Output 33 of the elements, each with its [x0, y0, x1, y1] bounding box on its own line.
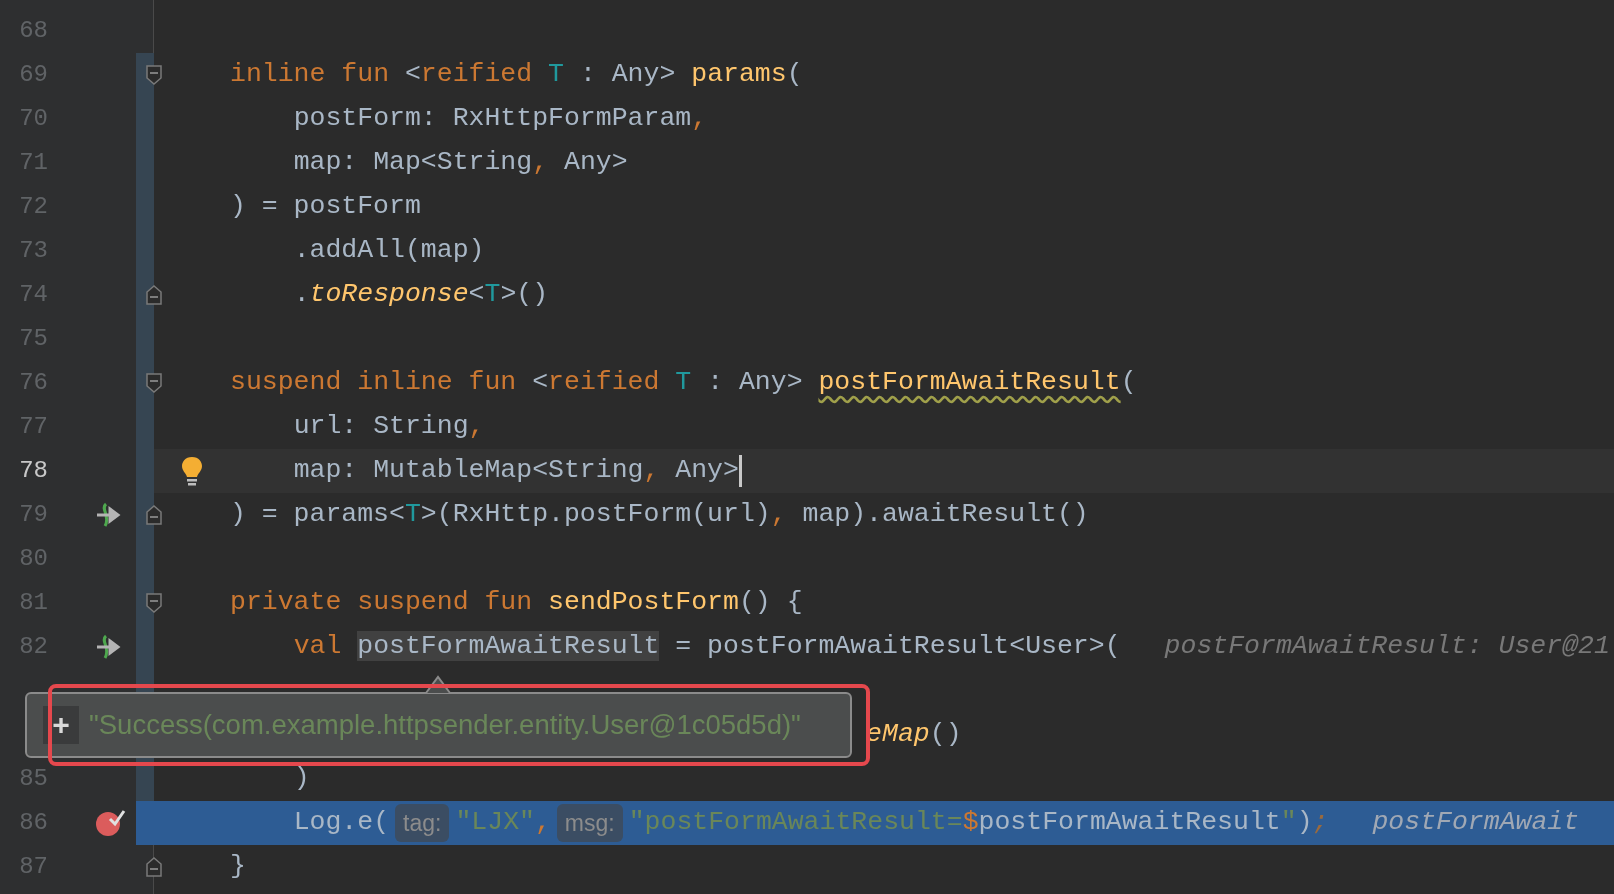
code-text: inline fun <reified T : Any> params( [230, 58, 803, 92]
code-text: } [230, 850, 246, 884]
code-text: ) = params<T>(RxHttp.postForm(url), map).awaitResult() [230, 498, 1089, 532]
code-text: val postFormAwaitResult = postFormAwaitResult<User>( [293, 630, 1121, 664]
fold-icon[interactable] [146, 857, 162, 877]
code-text: ) = postForm [230, 190, 421, 224]
code-text: "LJX", [455, 806, 551, 840]
fold-icon[interactable] [146, 373, 162, 393]
popup-value: "Success(com.example.httpsender.entity.User@1c05d5d)" [89, 708, 801, 743]
code-text: map: Map<String, Any> [293, 146, 628, 180]
line-number: 78 [19, 457, 48, 484]
inline-value: postFormAwait [1372, 806, 1580, 840]
code-text: "postFormAwaitResult=$postFormAwaitResult"); [628, 806, 1329, 840]
code-text: eMap() [866, 718, 962, 752]
fold-icon[interactable] [146, 65, 162, 85]
fold-icon[interactable] [146, 505, 162, 525]
code-text: map: MutableMap<String, Any> [293, 454, 739, 488]
code-text: url: String, [293, 410, 485, 444]
text-caret [738, 455, 742, 487]
parameter-hint: msg: [556, 803, 623, 843]
lightbulb-icon[interactable] [181, 456, 203, 486]
code-text: postForm: RxHttpFormParam, [293, 102, 708, 136]
inline-value: postFormAwaitResult: User@21 [1164, 630, 1610, 664]
code-text: ) [293, 762, 310, 796]
code-text: private suspend fun sendPostForm() { [230, 586, 803, 620]
fold-icon[interactable] [146, 593, 162, 613]
fold-icon[interactable] [146, 285, 162, 305]
code-text: Log.e( [293, 806, 390, 840]
code-text: .addAll(map) [293, 234, 485, 268]
code-text: .toResponse<T>() [293, 278, 549, 312]
code-text: suspend inline fun <reified T : Any> postFormAwaitResult( [230, 366, 1137, 400]
breakpoint-icon[interactable] [94, 808, 126, 838]
parameter-hint: tag: [395, 803, 450, 843]
